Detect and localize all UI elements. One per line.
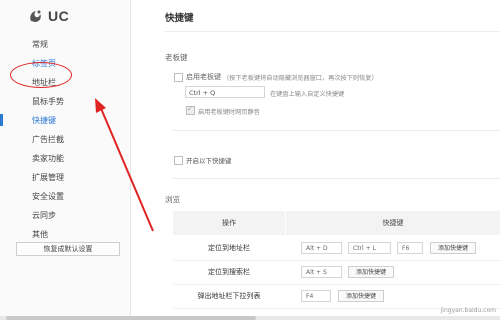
row-label: 定位到搜索栏: [208, 268, 250, 276]
uc-squirrel-icon: [30, 10, 41, 22]
sidebar-item-general[interactable]: 常规: [32, 39, 48, 50]
table-header-shortcut: 快捷键: [286, 211, 500, 235]
add-shortcut-button[interactable]: 添加快捷键: [430, 242, 476, 254]
mute-on-boss-key-checkbox[interactable]: [186, 105, 195, 115]
enable-shortcuts-checkbox[interactable]: [174, 156, 183, 165]
settings-main: 快捷键 老板键 启用老板键 （按下老板键将自动隐藏浏览器窗口，再次按下则恢复） …: [131, 0, 500, 320]
logo-text: UC: [48, 8, 70, 24]
boss-key-input-hint: 在键盘上输入自定义快捷键: [270, 91, 345, 98]
watermark: jingyan.baidu.com: [440, 307, 496, 314]
divider: [173, 130, 500, 131]
enable-boss-key-hint: （按下老板键将自动隐藏浏览器窗口，再次按下则恢复）: [223, 75, 378, 82]
shortcut-key-box[interactable]: Ctrl + L: [348, 242, 391, 254]
page-title: 快捷键: [165, 13, 194, 24]
table-row: 弹出地址栏下拉列表 F4 添加快捷键: [173, 284, 500, 309]
uc-logo: UC: [28, 8, 69, 24]
table-header-operation: 操作: [173, 211, 285, 235]
shortcut-key-box[interactable]: F4: [301, 290, 331, 302]
sidebar-item-other[interactable]: 其他: [32, 229, 48, 240]
sidebar-item-ad-block[interactable]: 广告拦截: [32, 134, 64, 145]
scrollbar-thumb[interactable]: [6, 316, 256, 320]
shortcut-key-box[interactable]: F6: [397, 242, 423, 254]
enable-shortcuts-label: 开启以下快捷键: [186, 157, 232, 165]
divider: [173, 178, 500, 179]
sidebar-item-cloud-sync[interactable]: 云同步: [32, 210, 56, 221]
enable-boss-key-label: 启用老板键: [186, 73, 221, 81]
sidebar-item-seller[interactable]: 卖家功能: [32, 153, 64, 164]
browse-section-title: 浏览: [165, 195, 180, 204]
add-shortcut-button[interactable]: 添加快捷键: [348, 266, 394, 278]
enable-boss-key-checkbox[interactable]: [174, 73, 183, 82]
row-label: 弹出地址栏下拉列表: [197, 292, 261, 300]
table-row: 定位到地址栏 Alt + D Ctrl + L F6 添加快捷键: [173, 236, 500, 261]
shortcut-key-box[interactable]: Alt + D: [301, 242, 342, 254]
row-label: 定位到地址栏: [208, 244, 250, 252]
boss-key-section-title: 老板键: [165, 53, 188, 62]
table-row: 定位到搜索栏 Alt + S 添加快捷键: [173, 260, 500, 285]
shortcut-key-box[interactable]: Alt + S: [301, 266, 342, 278]
divider: [165, 31, 500, 32]
sidebar-item-security[interactable]: 安全设置: [32, 191, 64, 202]
sidebar-item-shortcuts[interactable]: 快捷键: [32, 115, 56, 126]
add-shortcut-button[interactable]: 添加快捷键: [338, 290, 384, 302]
active-indicator: [0, 114, 3, 126]
annotation-ellipse: [10, 62, 72, 88]
horizontal-scrollbar[interactable]: [0, 316, 500, 320]
sidebar-item-extensions[interactable]: 扩展管理: [32, 172, 64, 183]
settings-sidebar: UC 常规 标签页 地址栏 鼠标手势 快捷键 广告拦截 卖家功能 扩展管理 安全…: [0, 0, 131, 320]
sidebar-item-mouse-gestures[interactable]: 鼠标手势: [32, 96, 64, 107]
mute-on-boss-key-label: 启用老板键时网页静音: [198, 109, 260, 116]
boss-key-input[interactable]: Ctrl + Q: [185, 86, 265, 98]
reset-defaults-button[interactable]: 恢复成默认设置: [16, 242, 120, 256]
